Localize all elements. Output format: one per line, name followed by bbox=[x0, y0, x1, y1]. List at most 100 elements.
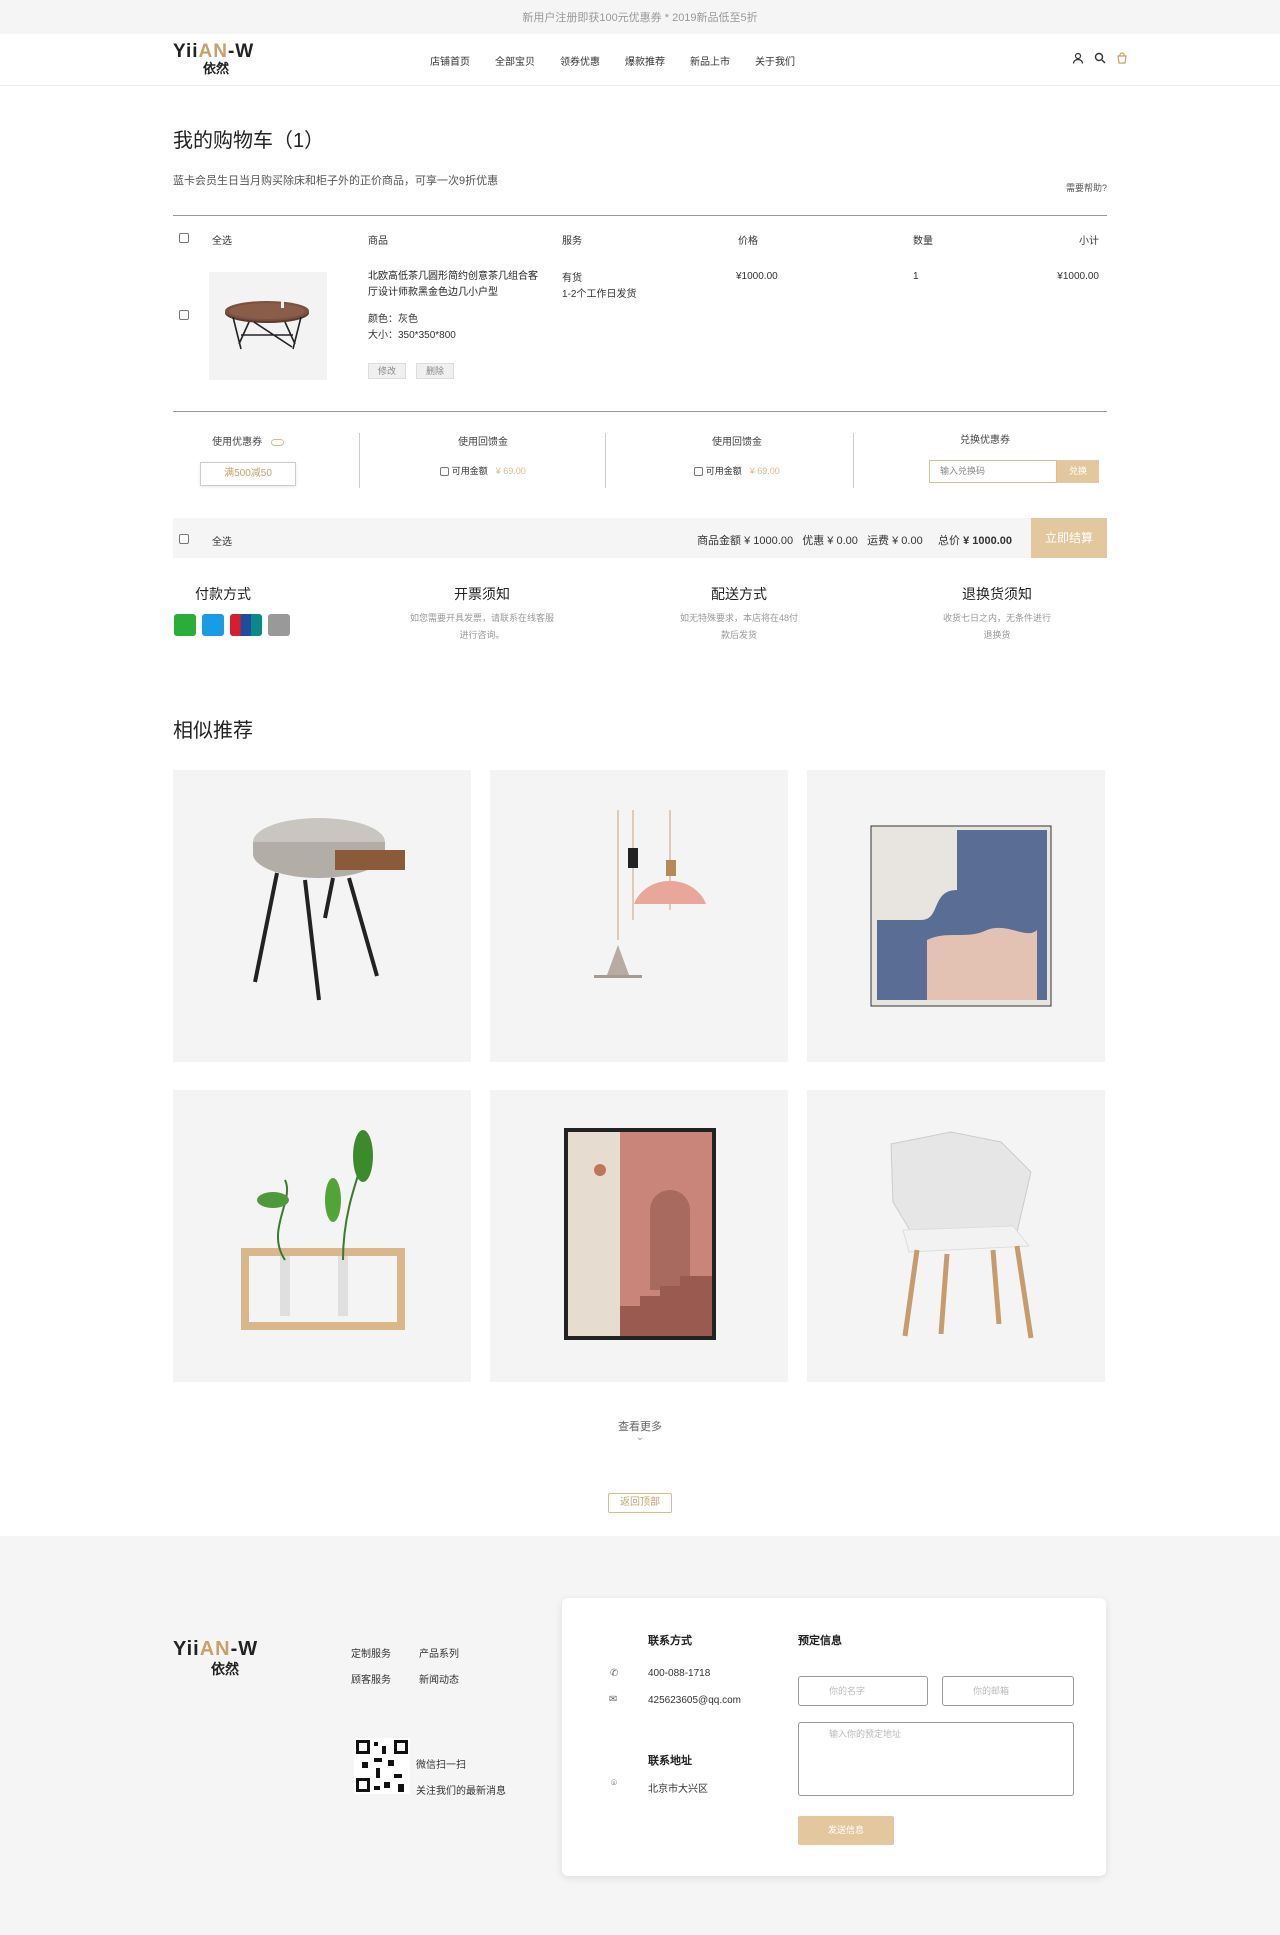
goods-label: 商品金额 bbox=[697, 535, 742, 547]
product-card[interactable] bbox=[490, 1090, 788, 1382]
nav-hot[interactable]: 爆款推荐 bbox=[625, 53, 665, 68]
total-label: 总价 bbox=[938, 535, 960, 547]
toggle-icon[interactable] bbox=[270, 438, 284, 446]
plant-vase-image bbox=[241, 1130, 405, 1330]
redeem-button[interactable]: 兑换 bbox=[1057, 460, 1099, 483]
name-input[interactable]: 你的名字 bbox=[798, 1676, 928, 1706]
rebate-title: 使用回馈金 bbox=[712, 437, 762, 448]
checkout-button[interactable]: 立即结算 bbox=[1031, 518, 1107, 558]
nav-coupons[interactable]: 领券优惠 bbox=[560, 53, 600, 68]
coupon-chip[interactable]: 满500减50 bbox=[200, 462, 296, 486]
nav-new[interactable]: 新品上市 bbox=[690, 53, 730, 68]
shipping-amount: ¥ 0.00 bbox=[892, 535, 923, 547]
back-to-top-button[interactable]: 返回顶部 bbox=[608, 1493, 672, 1513]
address-textarea[interactable]: 输入你的预定地址 bbox=[798, 1722, 1074, 1796]
location-icon: ⌾ bbox=[611, 1778, 617, 1789]
footer-logo[interactable]: YiiAN-W 依然 bbox=[173, 1639, 258, 1679]
product-card[interactable] bbox=[807, 770, 1105, 1062]
shipping-label: 运费 bbox=[867, 535, 890, 547]
divider bbox=[359, 433, 360, 488]
coupon-title: 使用优惠券 bbox=[212, 437, 263, 448]
select-all-checkbox[interactable] bbox=[179, 233, 189, 243]
nav-about[interactable]: 关于我们 bbox=[755, 53, 795, 68]
item-checkbox[interactable] bbox=[179, 310, 189, 320]
qr-line1: 微信扫一扫 bbox=[416, 1760, 466, 1771]
delivery-title: 配送方式 bbox=[711, 586, 767, 602]
goods-amount: ¥ 1000.00 bbox=[744, 535, 794, 547]
contact-phone: 400-088-1718 bbox=[648, 1668, 711, 1679]
info-delivery: 配送方式 如无特殊要求，本店将在48付款后发货 bbox=[664, 584, 814, 644]
booking-title: 预定信息 bbox=[798, 1635, 842, 1647]
total-amount: ¥ 1000.00 bbox=[963, 535, 1012, 547]
product-card[interactable] bbox=[173, 770, 471, 1062]
invoice-desc: 如您需要开具发票，请联系在线客服进行咨询。 bbox=[409, 613, 554, 640]
site-footer: YiiAN-W 依然 定制服务 产品系列 顾客服务 新闻动态 微信扫一扫关注我们的最… bbox=[0, 1536, 1280, 1935]
cart-header: 全选 商品 服务 价格 数量 小计 bbox=[173, 215, 1107, 255]
product-card[interactable] bbox=[173, 1090, 471, 1382]
product-card[interactable] bbox=[490, 770, 788, 1062]
brand-logo[interactable]: YiiAN-W 依然 bbox=[173, 42, 269, 79]
member-notice: 蓝卡会员生日当月购买除床和柜子外的正价商品，可享一次9折优惠 bbox=[173, 175, 499, 187]
product-card[interactable] bbox=[807, 1090, 1105, 1382]
main-nav: 店铺首页 全部宝贝 领券优惠 爆款推荐 新品上市 关于我们 bbox=[430, 34, 820, 86]
nav-home[interactable]: 店铺首页 bbox=[430, 53, 470, 68]
abstract-painting-image bbox=[870, 825, 1052, 1007]
gift-card-checkbox[interactable] bbox=[440, 467, 450, 477]
col-product: 商品 bbox=[368, 236, 388, 247]
page-title: 我的购物车（1） bbox=[173, 130, 325, 152]
product-color: 颜色：灰色 bbox=[368, 314, 418, 325]
help-link[interactable]: 需要帮助? bbox=[1066, 181, 1107, 194]
cart-item-row: 北欧高低茶几圆形简约创意茶几组合客厅设计师款黑金色边几小户型 颜色：灰色 大小：… bbox=[173, 255, 1107, 412]
promo-text: 新用户注册即获100元优惠券 * 2019新品低至5折 bbox=[522, 12, 758, 24]
rebate-block: 使用回馈金 可用金额 ¥ 69.00 bbox=[627, 433, 847, 491]
unionpay-icon bbox=[230, 614, 262, 636]
col-select-all: 全选 bbox=[212, 236, 232, 247]
gift-card-title: 使用回馈金 bbox=[458, 437, 508, 448]
contact-card: 联系方式 ✆ 400-088-1718 ✉ 425623605@qq.com 联… bbox=[562, 1598, 1106, 1876]
ship-time: 1-2个工作日发货 bbox=[562, 289, 637, 300]
divider bbox=[853, 433, 854, 488]
rebate-avail: 可用金额 bbox=[705, 466, 742, 476]
footer-link-series[interactable]: 产品系列 bbox=[419, 1642, 487, 1668]
send-button[interactable]: 发送信息 bbox=[798, 1816, 894, 1845]
col-qty: 数量 bbox=[913, 236, 933, 247]
discount-amount: ¥ 0.00 bbox=[827, 535, 858, 547]
home-icon bbox=[268, 614, 290, 636]
returns-title: 退换货须知 bbox=[962, 586, 1032, 602]
coupon-block: 使用优惠券 满500减50 bbox=[173, 433, 323, 491]
footer-link-custom[interactable]: 定制服务 bbox=[351, 1642, 419, 1668]
edit-button[interactable]: 修改 bbox=[368, 363, 407, 379]
col-price: 价格 bbox=[738, 236, 758, 247]
email-input[interactable]: 你的邮箱 bbox=[942, 1676, 1074, 1706]
product-name[interactable]: 北欧高低茶几圆形简约创意茶几组合客厅设计师款黑金色边几小户型 bbox=[368, 269, 538, 301]
item-subtotal: ¥1000.00 bbox=[1057, 271, 1099, 282]
gift-card-avail: 可用金额 bbox=[451, 466, 488, 476]
nav-all-products[interactable]: 全部宝贝 bbox=[495, 53, 535, 68]
search-icon[interactable] bbox=[1094, 52, 1106, 64]
contact-email: 425623605@qq.com bbox=[648, 1695, 741, 1706]
cart-icon[interactable] bbox=[1116, 52, 1128, 64]
phone-icon: ✆ bbox=[610, 1668, 619, 1679]
rebate-amount: ¥ 69.00 bbox=[749, 466, 780, 476]
product-thumbnail[interactable] bbox=[209, 272, 327, 380]
mail-icon: ✉ bbox=[609, 1694, 618, 1705]
discount-label: 优惠 bbox=[802, 535, 825, 547]
footer-link-service[interactable]: 顾客服务 bbox=[351, 1668, 419, 1694]
address-title: 联系地址 bbox=[648, 1755, 692, 1767]
item-price: ¥1000.00 bbox=[736, 271, 778, 282]
wechat-qr-code bbox=[354, 1738, 410, 1794]
payment-title: 付款方式 bbox=[195, 586, 251, 602]
delete-button[interactable]: 删除 bbox=[416, 363, 455, 379]
qr-line2: 关注我们的最新消息 bbox=[416, 1786, 506, 1797]
alipay-icon bbox=[202, 614, 224, 636]
item-qty[interactable]: 1 bbox=[913, 271, 919, 282]
view-more-link[interactable]: 查看更多 ⌄ bbox=[600, 1418, 680, 1443]
info-returns: 退换货须知 收货七日之内，无条件进行退换货 bbox=[922, 584, 1072, 644]
rebate-checkbox[interactable] bbox=[694, 467, 704, 477]
summary-select-all-checkbox[interactable] bbox=[179, 534, 189, 544]
site-header: YiiAN-W 依然 店铺首页 全部宝贝 领券优惠 爆款推荐 新品上市 关于我们 bbox=[0, 34, 1280, 86]
stock-status: 有货 bbox=[562, 273, 582, 284]
redeem-code-input[interactable]: 输入兑换码 bbox=[929, 460, 1057, 483]
footer-link-news[interactable]: 新闻动态 bbox=[419, 1668, 487, 1694]
user-icon[interactable] bbox=[1072, 52, 1084, 64]
